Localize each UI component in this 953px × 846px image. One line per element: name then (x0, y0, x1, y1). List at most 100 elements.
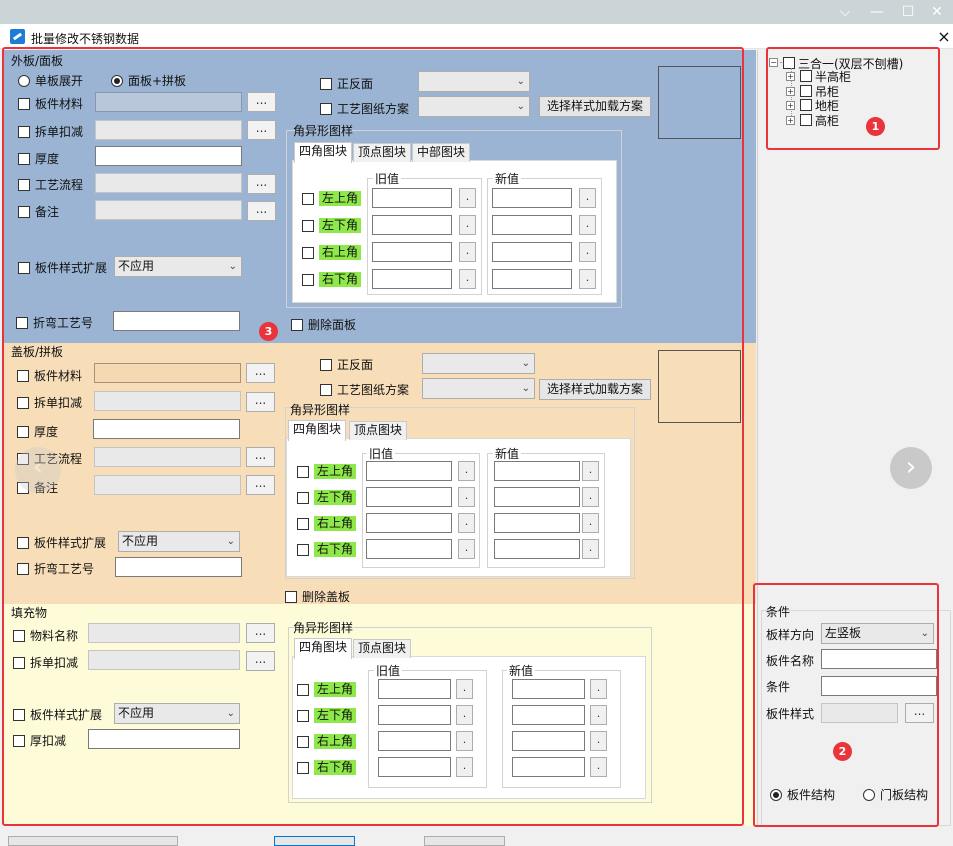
new-value-button[interactable]: . (579, 242, 596, 262)
radio-panel-joint[interactable]: 面板+拼板 (111, 72, 186, 89)
corner-checkbox[interactable] (302, 219, 314, 232)
old-value-button[interactable]: . (458, 461, 475, 481)
radio-single-indicator[interactable] (18, 74, 30, 87)
new-value-button[interactable]: . (590, 705, 607, 725)
old-value-input[interactable] (372, 188, 452, 208)
outer-material-checkbox[interactable] (18, 97, 30, 110)
tree-expand-icon[interactable]: + (786, 115, 795, 125)
cover-note-browse-button[interactable]: ... (246, 475, 275, 495)
outer-process-input[interactable] (95, 173, 242, 193)
old-value-button[interactable]: . (459, 188, 476, 208)
corner-checkbox[interactable] (297, 761, 309, 774)
old-value-input[interactable] (372, 215, 452, 235)
fill-deduct-browse-button[interactable]: ... (246, 651, 275, 671)
cover-deduct-browse-button[interactable]: ... (246, 392, 275, 412)
new-value-input[interactable] (494, 461, 580, 481)
tree-node-checkbox[interactable] (800, 99, 812, 111)
radio-board-indicator[interactable] (770, 788, 782, 801)
corner-checkbox[interactable] (297, 517, 309, 530)
corner-checkbox[interactable] (297, 543, 309, 556)
outer-style-ext-row[interactable]: 板件样式扩展 (18, 259, 107, 276)
corner-checkbox[interactable] (302, 246, 314, 259)
outer-deduct-checkbox[interactable] (18, 125, 30, 138)
new-value-button[interactable]: . (579, 215, 596, 235)
outer-bend-row[interactable]: 折弯工艺号 (16, 314, 93, 331)
corner-row[interactable]: 右下角 (302, 272, 362, 287)
old-value-input[interactable] (378, 705, 451, 725)
corner-row[interactable]: 右下角 (297, 760, 357, 775)
tree-node-checkbox[interactable] (800, 113, 812, 126)
outer-process-checkbox[interactable] (18, 178, 30, 191)
corner-row[interactable]: 右上角 (297, 734, 357, 749)
chevron-down-icon[interactable]: ⌵ (830, 2, 860, 22)
tab-four-corners[interactable]: 四角图块 (294, 142, 353, 163)
cover-material-row[interactable]: 板件材料 (17, 367, 82, 384)
fill-thick-deduct-input[interactable] (88, 729, 240, 749)
corner-checkbox[interactable] (297, 709, 309, 722)
corner-row[interactable]: 右上角 (302, 245, 362, 260)
new-value-button[interactable]: . (582, 487, 599, 507)
fill-thick-deduct-checkbox[interactable] (13, 734, 25, 747)
corner-row[interactable]: 右下角 (297, 542, 357, 557)
cover-deduct-row[interactable]: 拆单扣减 (17, 394, 82, 411)
old-value-input[interactable] (372, 269, 452, 289)
outer-thickness-row[interactable]: 厚度 (18, 150, 59, 167)
board-style-browse-button[interactable]: ... (905, 703, 934, 723)
old-value-button[interactable]: . (459, 269, 476, 289)
tab-four-corners[interactable]: 四角图块 (294, 638, 353, 659)
board-name-input[interactable] (821, 649, 937, 669)
outer-thickness-input[interactable] (95, 146, 242, 166)
fill-style-ext-row[interactable]: 板件样式扩展 (13, 706, 102, 723)
corner-row[interactable]: 左上角 (297, 682, 357, 697)
cover-style-ext-select[interactable]: 不应用 ⌄ (118, 531, 240, 552)
cover-delete-row[interactable]: 删除盖板 (285, 588, 350, 605)
new-value-input[interactable] (494, 513, 580, 533)
board-style-input[interactable] (821, 703, 898, 723)
old-value-input[interactable] (378, 757, 451, 777)
outer-note-input[interactable] (95, 200, 242, 220)
cover-thickness-input[interactable] (93, 419, 240, 439)
close-icon[interactable]: × (936, 27, 952, 47)
old-value-button[interactable]: . (456, 679, 473, 699)
cover-front-back-checkbox[interactable] (320, 358, 332, 371)
outer-delete-checkbox[interactable] (291, 318, 303, 331)
cover-process-browse-button[interactable]: ... (246, 447, 275, 467)
tree-expand-icon[interactable]: + (786, 101, 795, 110)
bottom-left-button[interactable] (8, 836, 178, 846)
corner-row[interactable]: 左下角 (297, 708, 357, 723)
radio-board-structure[interactable]: 板件结构 (770, 786, 835, 803)
corner-row[interactable]: 右上角 (297, 516, 357, 531)
cover-deduct-checkbox[interactable] (17, 396, 29, 409)
cover-material-input[interactable] (94, 363, 241, 383)
outer-process-browse-button[interactable]: ... (247, 174, 276, 194)
next-arrow-button[interactable]: › (890, 447, 932, 489)
radio-panel-indicator[interactable] (111, 74, 123, 87)
old-value-input[interactable] (366, 513, 452, 533)
outer-deduct-row[interactable]: 拆单扣减 (18, 123, 83, 140)
new-value-button[interactable]: . (590, 757, 607, 777)
tree-expand-icon[interactable]: + (786, 86, 795, 96)
fill-style-ext-checkbox[interactable] (13, 708, 25, 721)
cancel-button[interactable] (424, 836, 505, 846)
outer-front-back-checkbox[interactable] (320, 77, 332, 90)
tree-root-checkbox[interactable] (783, 57, 795, 69)
corner-checkbox[interactable] (297, 491, 309, 504)
new-value-input[interactable] (492, 215, 572, 235)
outer-delete-row[interactable]: 删除面板 (291, 316, 356, 333)
outer-deduct-browse-button[interactable]: ... (247, 120, 276, 140)
cover-thickness-row[interactable]: 厚度 (17, 423, 58, 440)
old-value-button[interactable]: . (456, 757, 473, 777)
new-value-input[interactable] (492, 188, 572, 208)
direction-select[interactable]: 左竖板 ⌄ (821, 623, 934, 644)
corner-row[interactable]: 左下角 (302, 218, 362, 233)
condition-input[interactable] (821, 676, 937, 696)
outer-material-browse-button[interactable]: ... (247, 92, 276, 112)
corner-checkbox[interactable] (302, 273, 314, 286)
cover-material-browse-button[interactable]: ... (246, 363, 275, 383)
prev-arrow-button[interactable]: ‹ (15, 447, 61, 493)
close-window-icon[interactable]: ✕ (922, 2, 952, 22)
new-value-input[interactable] (492, 269, 572, 289)
new-value-button[interactable]: . (582, 513, 599, 533)
outer-material-row[interactable]: 板件材料 (18, 95, 83, 112)
tree-node-label[interactable]: 高柜 (815, 112, 839, 129)
